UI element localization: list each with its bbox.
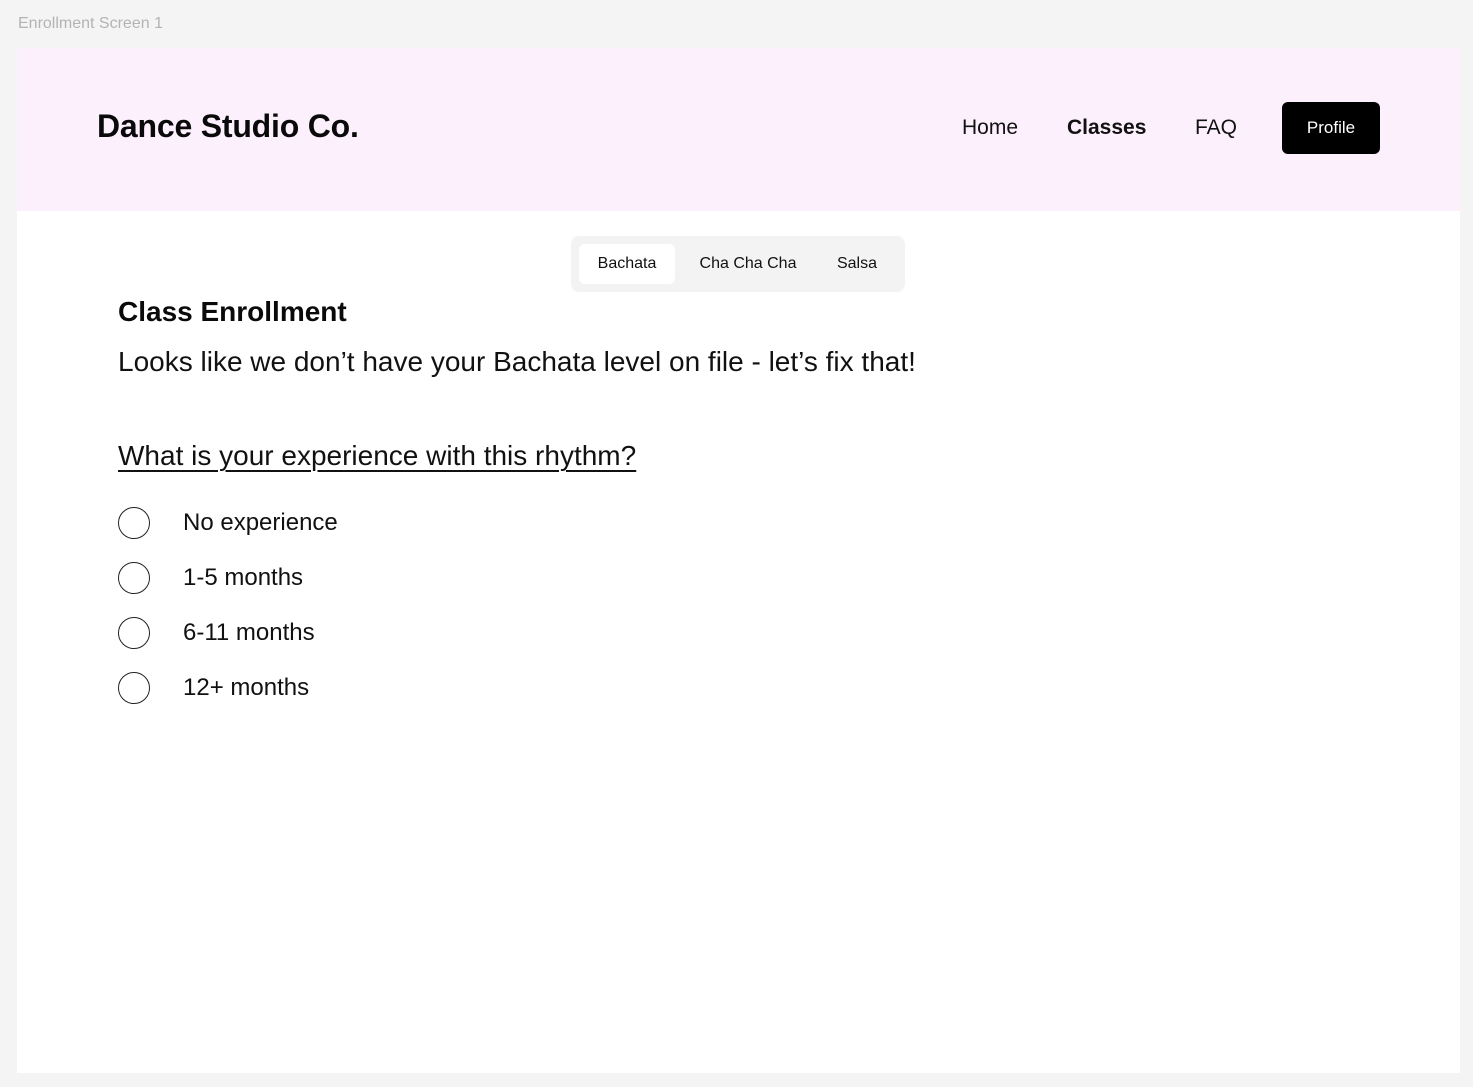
option-6-11-months[interactable]: 6-11 months — [118, 617, 518, 653]
frame-label: Enrollment Screen 1 — [18, 15, 163, 32]
profile-button[interactable]: Profile — [1282, 102, 1380, 154]
radio-button[interactable] — [118, 562, 150, 594]
tab-salsa[interactable]: Salsa — [827, 244, 887, 284]
page-title: Class Enrollment — [118, 296, 347, 327]
enrollment-screen: Dance Studio Co. Home Classes FAQ Profil… — [17, 48, 1460, 1073]
tab-bachata[interactable]: Bachata — [579, 244, 675, 284]
nav-classes-link[interactable]: Classes — [1067, 116, 1146, 140]
radio-button[interactable] — [118, 617, 150, 649]
nav-faq-link[interactable]: FAQ — [1195, 116, 1237, 140]
dance-style-tabs: Bachata Cha Cha Cha Salsa — [571, 236, 905, 292]
option-label: 1-5 months — [183, 564, 304, 591]
intro-text: Looks like we don’t have your Bachata le… — [118, 346, 916, 377]
option-no-experience[interactable]: No experience — [118, 507, 518, 543]
tab-cha-cha-cha[interactable]: Cha Cha Cha — [689, 244, 807, 284]
option-12-plus-months[interactable]: 12+ months — [118, 672, 518, 708]
option-label: 12+ months — [183, 674, 310, 701]
radio-button[interactable] — [118, 672, 150, 704]
radio-button[interactable] — [118, 507, 150, 539]
option-1-5-months[interactable]: 1-5 months — [118, 562, 518, 598]
site-header: Dance Studio Co. Home Classes FAQ Profil… — [17, 48, 1460, 211]
option-label: No experience — [183, 509, 338, 536]
brand-logo-text[interactable]: Dance Studio Co. — [97, 108, 359, 145]
nav-home-link[interactable]: Home — [962, 116, 1018, 140]
option-label: 6-11 months — [183, 619, 315, 646]
experience-question: What is your experience with this rhythm… — [118, 440, 637, 471]
